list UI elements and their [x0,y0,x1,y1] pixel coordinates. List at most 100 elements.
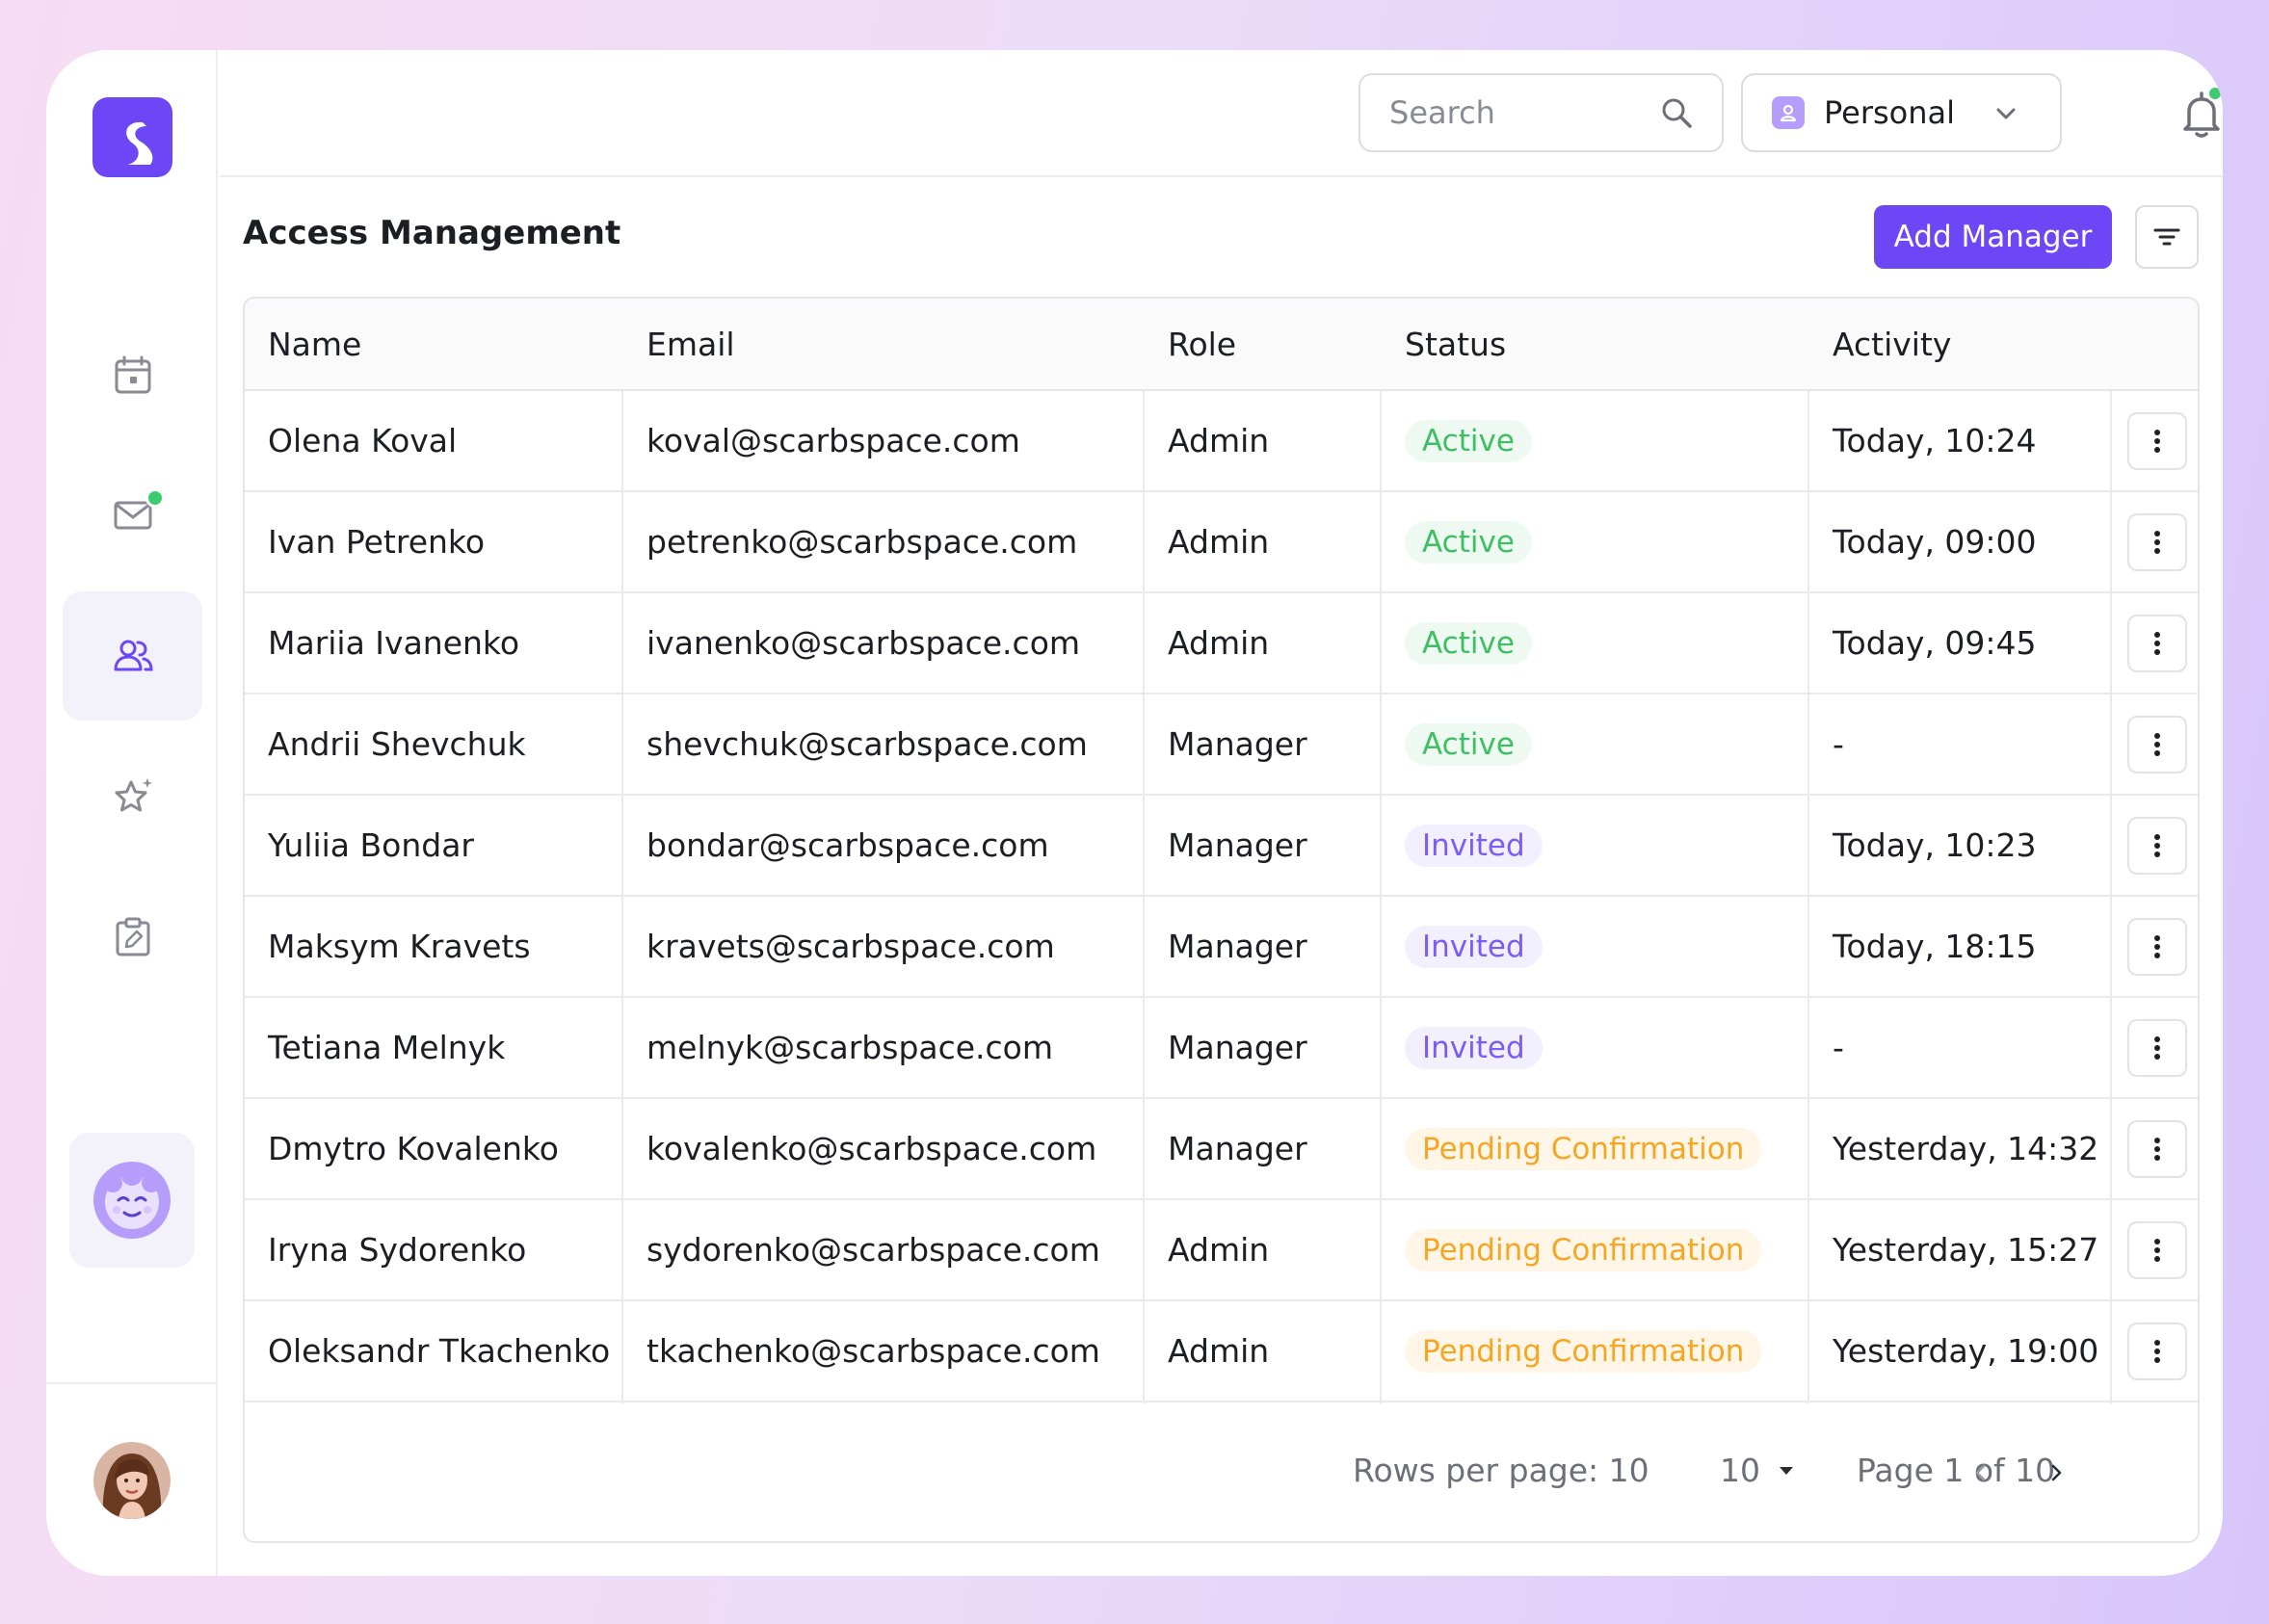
cell-email: shevchuk@scarbspace.com [646,725,1088,763]
row-menu-button[interactable] [2126,1322,2187,1380]
search-icon[interactable] [1660,96,1695,131]
sidebar-item-calendar[interactable] [63,311,202,440]
cell-status: Active [1382,391,1807,490]
table-row[interactable]: Olena Koval koval@scarbspace.com Admin A… [245,391,2198,492]
workspace-label: Personal [1824,94,1956,131]
workspace-selector[interactable]: Personal [1741,73,2062,152]
header-name[interactable]: Name [245,299,621,389]
more-vertical-icon [2153,934,2160,958]
more-vertical-icon [2153,429,2160,453]
cell-email: tkachenko@scarbspace.com [646,1332,1100,1370]
more-vertical-icon [2153,1137,2160,1161]
status-badge: Pending Confirmation [1405,1228,1762,1271]
table-row[interactable]: Andrii Shevchuk shevchuk@scarbspace.com … [245,694,2198,796]
cell-email: petrenko@scarbspace.com [646,523,1078,561]
row-menu-button[interactable] [2126,816,2187,875]
app-window: Personal Access Management Add Manager [46,50,2223,1576]
header-activity[interactable]: Activity [1809,299,2110,389]
more-vertical-icon [2153,631,2160,655]
chevron-left-icon [1975,1464,1986,1481]
table-row[interactable]: Mariia Ivanenko ivanenko@scarbspace.com … [245,593,2198,694]
users-icon [114,640,153,671]
sidebar-item-users[interactable] [63,591,202,720]
cell-name: Dmytro Kovalenko [268,1130,559,1167]
cell-email: ivanenko@scarbspace.com [646,624,1081,662]
cell-actions [2112,694,2198,794]
chevron-down-icon [1996,108,2016,119]
previous-page-button[interactable] [1962,1454,2000,1492]
clipboard-edit-icon [116,917,149,956]
row-menu-button[interactable] [2126,1220,2187,1279]
cell-role: Admin [1168,1231,1270,1269]
table-row[interactable]: Tetiana Melnyk melnyk@scarbspace.com Man… [245,998,2198,1099]
cell-actions [2112,391,2198,490]
table-row[interactable]: Yuliia Bondar bondar@scarbspace.com Mana… [245,796,2198,897]
header-status[interactable]: Status [1382,299,1807,389]
search-input[interactable] [1389,94,1640,131]
cell-actions [2112,897,2198,996]
row-menu-button[interactable] [2126,1119,2187,1178]
cell-email: bondar@scarbspace.com [646,826,1049,864]
cell-activity: - [1833,1029,1844,1066]
cell-email: melnyk@scarbspace.com [646,1029,1054,1066]
page-indicator: Page 1 of 10 [1857,1452,2056,1489]
cell-status: Invited [1382,998,1807,1097]
cell-actions [2112,492,2198,591]
cell-email: kovalenko@scarbspace.com [646,1130,1097,1167]
sidebar-item-favorites[interactable] [63,732,202,861]
cell-status: Pending Confirmation [1382,1099,1807,1198]
cell-actions [2112,1099,2198,1198]
rows-per-page-select[interactable]: 10 [1720,1452,1795,1489]
header-email[interactable]: Email [623,299,1143,389]
row-menu-button[interactable] [2126,917,2187,976]
cell-activity: Today, 10:23 [1833,826,2037,864]
table-row[interactable]: Dmytro Kovalenko kovalenko@scarbspace.co… [245,1099,2198,1200]
topbar: Personal [220,50,2223,177]
more-vertical-icon [2153,732,2160,756]
add-manager-button[interactable]: Add Manager [1874,205,2112,269]
cell-actions [2112,1200,2198,1299]
next-page-button[interactable] [2037,1454,2075,1492]
sidebar-divider [46,1382,218,1384]
table-row[interactable]: Maksym Kravets kravets@scarbspace.com Ma… [245,897,2198,998]
status-badge: Pending Confirmation [1405,1329,1762,1373]
sidebar-item-tasks[interactable] [63,873,202,1002]
user-avatar[interactable] [93,1442,171,1519]
cell-activity: Today, 09:45 [1833,624,2037,662]
row-menu-button[interactable] [2126,1018,2187,1077]
caret-down-icon [1780,1466,1793,1475]
cell-email: koval@scarbspace.com [646,422,1020,459]
filter-icon [2153,228,2180,246]
assistant-mascot[interactable] [69,1133,195,1268]
sidebar-item-mail[interactable] [63,450,202,579]
cell-name: Olena Koval [268,422,458,459]
cell-name: Andrii Shevchuk [268,725,526,763]
chevron-right-icon [2051,1464,2062,1481]
cell-name: Tetiana Melnyk [268,1029,506,1066]
cell-name: Yuliia Bondar [268,826,474,864]
status-badge: Invited [1405,824,1543,867]
notifications-button[interactable] [2177,85,2223,141]
row-menu-button[interactable] [2126,512,2187,571]
row-menu-button[interactable] [2126,715,2187,773]
cell-name: Mariia Ivanenko [268,624,520,662]
calendar-icon [115,355,150,394]
cell-status: Invited [1382,897,1807,996]
filter-button[interactable] [2135,205,2199,269]
table-pagination: Rows per page: 10 10 Page 1 of 10 [245,1403,2198,1541]
cell-role: Admin [1168,422,1270,459]
cell-activity: Yesterday, 14:32 [1833,1130,2099,1167]
row-menu-button[interactable] [2126,614,2187,672]
app-logo[interactable] [92,97,172,177]
cell-email: sydorenko@scarbspace.com [646,1231,1100,1269]
header-role[interactable]: Role [1145,299,1380,389]
row-menu-button[interactable] [2126,411,2187,470]
table-row[interactable]: Ivan Petrenko petrenko@scarbspace.com Ad… [245,492,2198,593]
table-row[interactable]: Oleksandr Tkachenko tkachenko@scarbspace… [245,1301,2198,1402]
table-row[interactable]: Iryna Sydorenko sydorenko@scarbspace.com… [245,1200,2198,1301]
cell-activity: Today, 09:00 [1833,523,2037,561]
cell-activity: Yesterday, 19:00 [1833,1332,2099,1370]
mail-notification-dot [145,488,165,508]
logo-icon [126,121,153,165]
star-icon [115,778,152,812]
